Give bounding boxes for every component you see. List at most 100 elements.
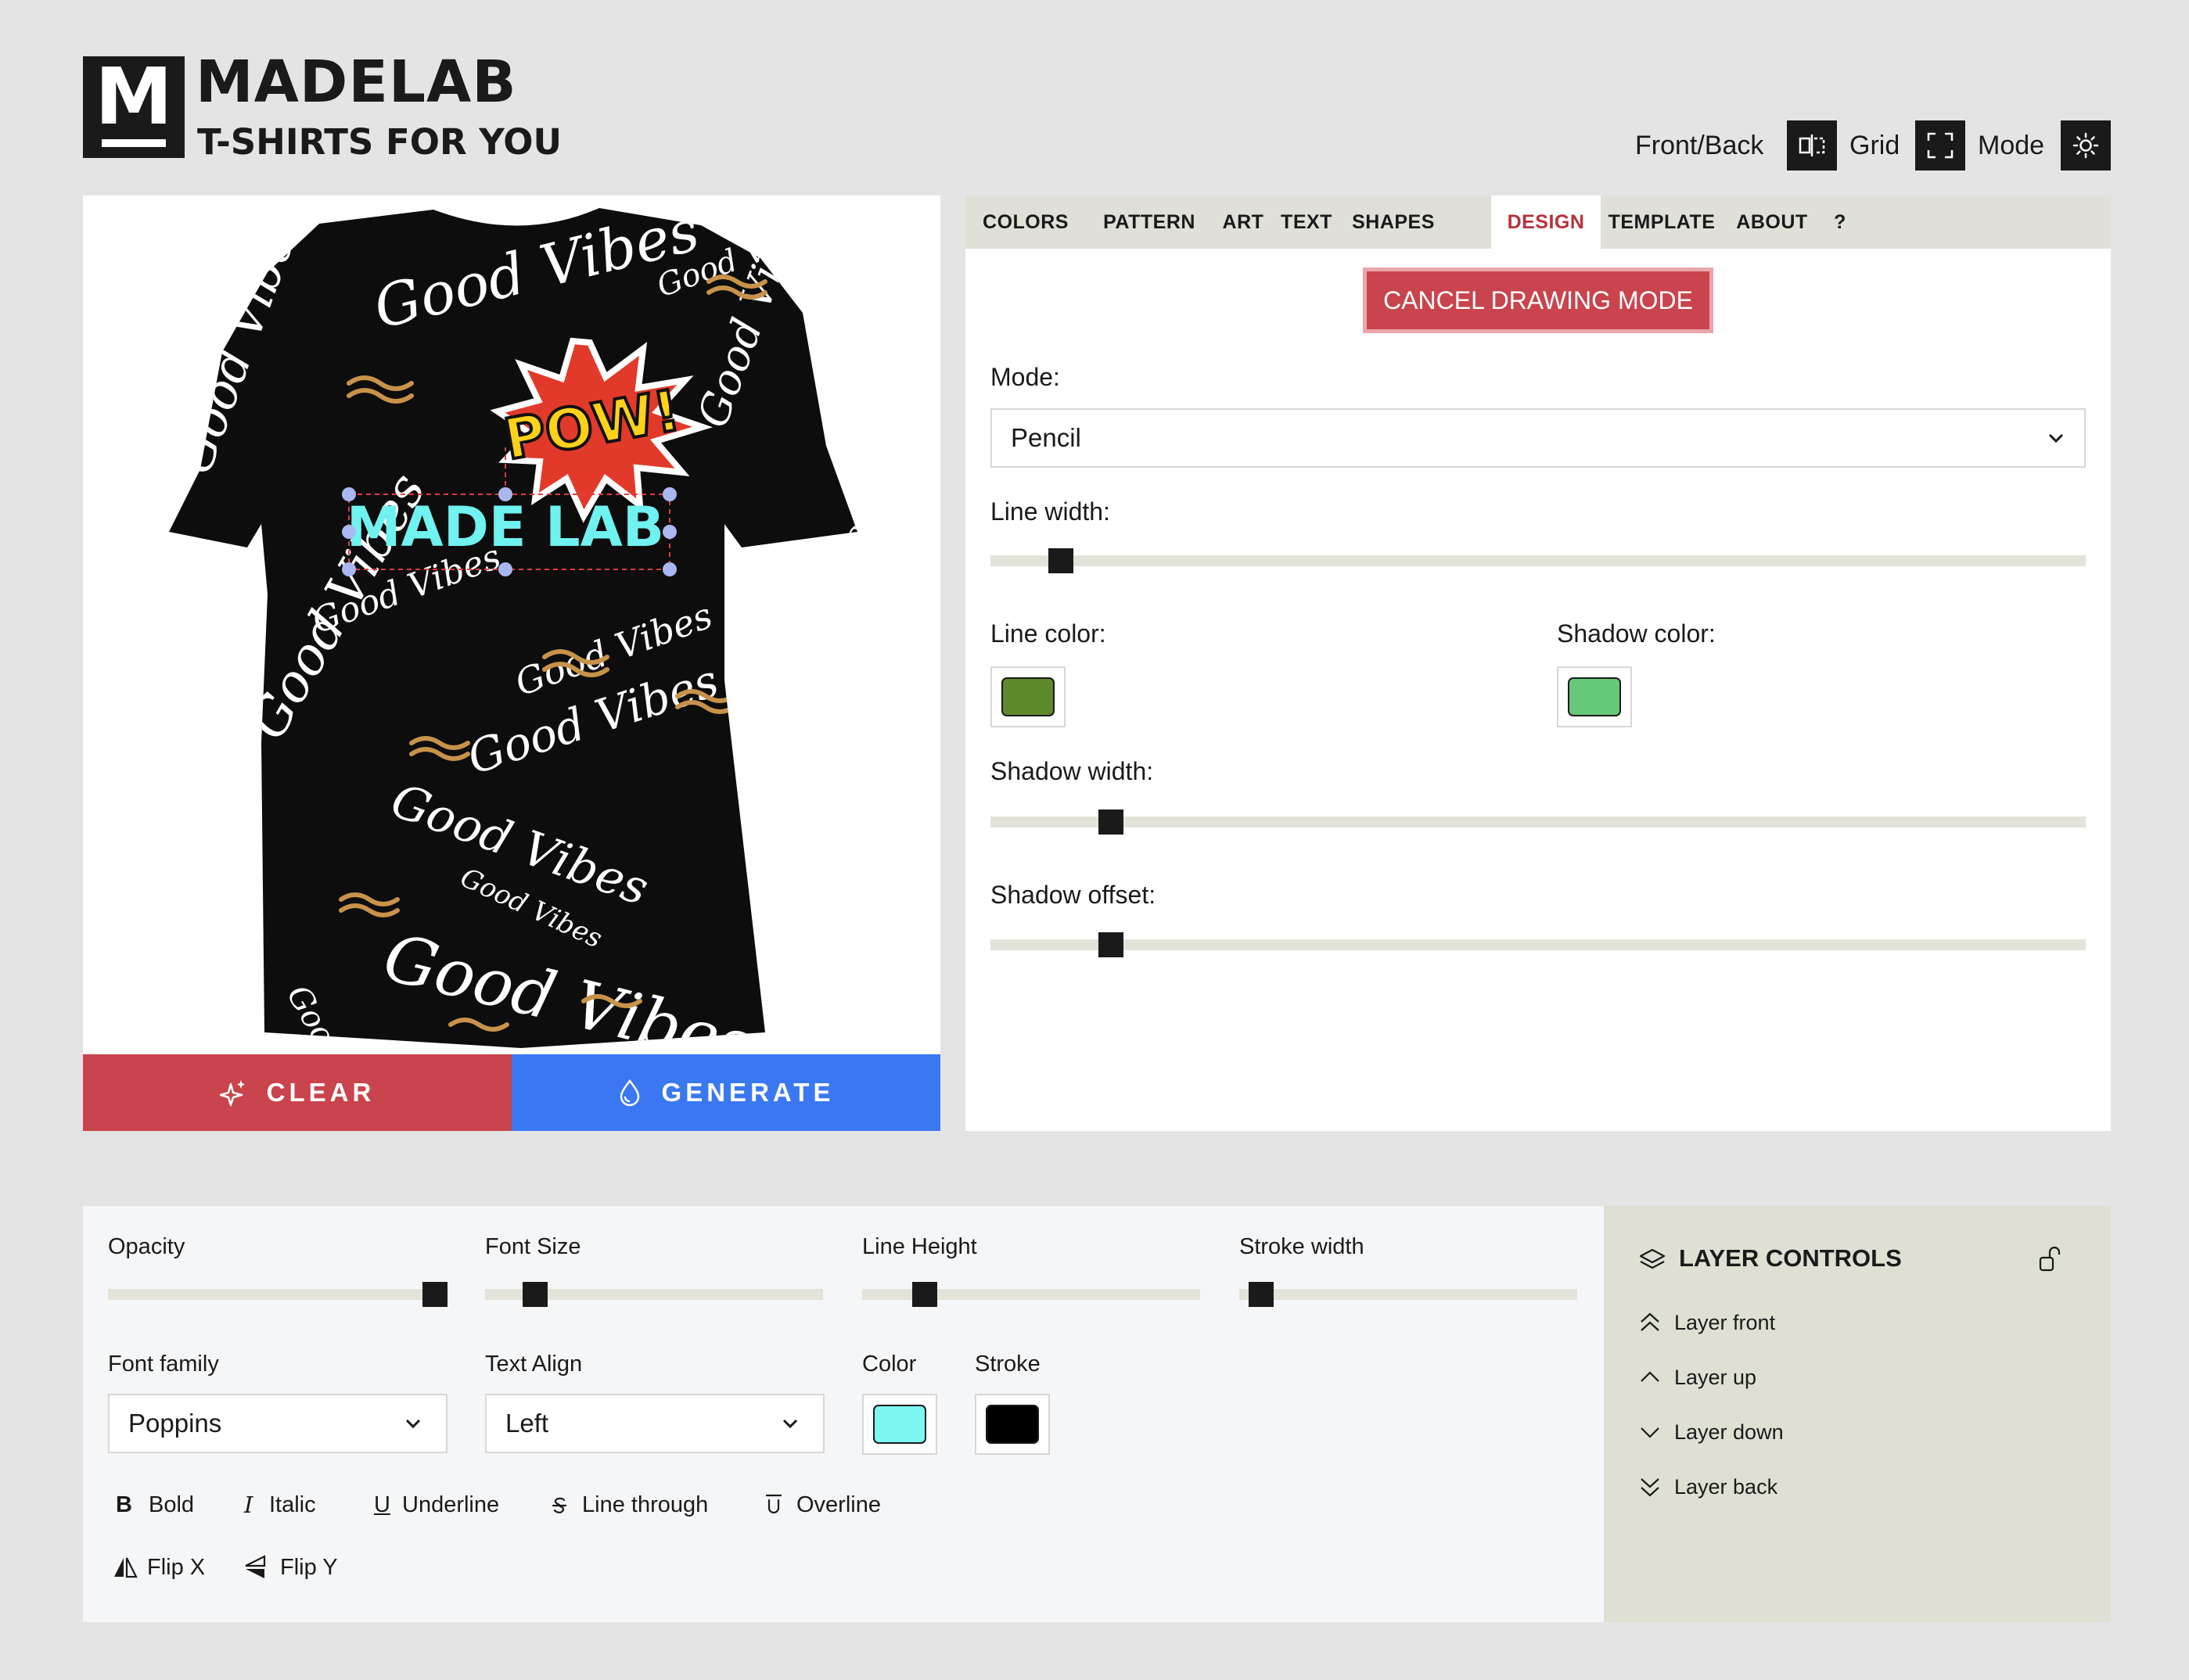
overline-icon xyxy=(765,1494,782,1514)
drop-icon xyxy=(620,1079,639,1107)
front-back-label: Front/Back xyxy=(1635,131,1764,160)
flip-y-button[interactable]: Flip Y xyxy=(239,1552,357,1583)
drawing-mode-select[interactable]: Pencil xyxy=(990,408,2086,468)
font-family-select[interactable]: Poppins xyxy=(108,1394,448,1453)
layer-controls-title: LAYER CONTROLS xyxy=(1679,1244,1902,1272)
layer-back-button[interactable]: Layer back xyxy=(1638,1472,1873,1503)
cancel-drawing-mode-button[interactable]: CANCEL DRAWING MODE xyxy=(1363,267,1713,333)
made-lab-text[interactable]: MADE LAB xyxy=(347,495,664,559)
tab-design[interactable]: DESIGN xyxy=(1491,196,1601,249)
mode-label: Mode xyxy=(1978,131,2045,160)
grid-button[interactable] xyxy=(1915,120,1965,171)
grid-label: Grid xyxy=(1849,131,1900,160)
tab-about[interactable]: ABOUT xyxy=(1723,196,1821,249)
logo-underline xyxy=(102,139,166,147)
mode-field-label: Mode: xyxy=(990,363,1060,391)
shadow-offset-slider-thumb[interactable] xyxy=(1098,932,1123,957)
layer-up-label: Layer up xyxy=(1674,1366,1757,1389)
bold-label: Bold xyxy=(149,1492,195,1517)
underline-button[interactable]: U Underline xyxy=(366,1489,523,1520)
shadow-width-slider-track[interactable] xyxy=(990,817,2086,827)
chevron-down-icon xyxy=(782,1419,798,1429)
layer-down-label: Layer down xyxy=(1674,1420,1784,1444)
sun-icon xyxy=(2072,132,2099,159)
flip-x-button[interactable]: Flip X xyxy=(108,1552,225,1583)
line-width-label: Line width: xyxy=(990,497,1110,526)
shadow-offset-label: Shadow offset: xyxy=(990,881,1156,909)
tshirt-preview[interactable]: Good Vibes Good Vibes Good Vibes Good Vi… xyxy=(83,196,940,1054)
shadow-color-picker[interactable] xyxy=(1557,666,1632,727)
mode-button[interactable] xyxy=(2061,120,2111,171)
tab-shapes[interactable]: SHAPES xyxy=(1339,196,1447,249)
layer-up-button[interactable]: Layer up xyxy=(1638,1362,1873,1394)
layer-down-button[interactable]: Layer down xyxy=(1638,1417,1873,1448)
text-align-label: Text Align xyxy=(485,1352,583,1377)
front-back-icon xyxy=(1799,135,1825,156)
stroke-color-picker[interactable] xyxy=(975,1394,1050,1455)
flip-x-icon xyxy=(114,1557,138,1578)
text-controls-panel: Opacity Font Size Line Height Stroke wid… xyxy=(83,1206,1604,1622)
logo-letter: M xyxy=(95,51,173,142)
line-color-swatch xyxy=(1001,677,1055,716)
underline-icon: U xyxy=(374,1492,390,1517)
tab-colors[interactable]: COLORS xyxy=(965,196,1086,249)
tab-art[interactable]: ART xyxy=(1213,196,1274,249)
italic-label: Italic xyxy=(269,1492,316,1517)
brand-subtitle: T-SHIRTS FOR YOU xyxy=(197,121,563,163)
opacity-slider-thumb[interactable] xyxy=(422,1282,448,1307)
line-color-picker[interactable] xyxy=(990,666,1066,727)
text-color-swatch xyxy=(873,1405,926,1444)
design-panel: COLORS PATTERN ART TEXT SHAPES DESIGN TE… xyxy=(965,196,2111,1131)
stroke-width-label: Stroke width xyxy=(1239,1234,1364,1259)
chevron-down-icon xyxy=(2048,433,2064,443)
generate-button[interactable]: GENERATE xyxy=(512,1054,940,1131)
font-family-value: Poppins xyxy=(128,1409,222,1438)
layers-icon xyxy=(1639,1248,1666,1269)
text-align-value: Left xyxy=(505,1409,549,1438)
svg-text:Good Vibes: Good Vibes xyxy=(732,697,933,876)
text-color-picker[interactable] xyxy=(862,1394,937,1455)
stroke-width-slider-track[interactable] xyxy=(1239,1289,1577,1300)
overline-label: Overline xyxy=(796,1492,881,1517)
bold-button[interactable]: B Bold xyxy=(108,1489,217,1520)
tab-pattern[interactable]: PATTERN xyxy=(1086,196,1213,249)
font-size-label: Font Size xyxy=(485,1234,581,1259)
double-chevron-down-icon xyxy=(1641,1478,1659,1497)
line-height-label: Line Height xyxy=(862,1234,977,1259)
shadow-width-label: Shadow width: xyxy=(990,757,1154,785)
chevron-down-icon xyxy=(1641,1427,1659,1438)
chevron-down-icon xyxy=(405,1419,421,1429)
italic-button[interactable]: I Italic xyxy=(236,1489,354,1520)
stroke-color-label: Stroke xyxy=(975,1352,1041,1377)
tab-text[interactable]: TEXT xyxy=(1274,196,1339,249)
line-height-slider-thumb[interactable] xyxy=(912,1282,937,1307)
opacity-label: Opacity xyxy=(108,1234,185,1259)
layer-back-label: Layer back xyxy=(1674,1475,1778,1499)
layer-front-button[interactable]: Layer front xyxy=(1638,1308,1873,1339)
text-align-select[interactable]: Left xyxy=(485,1394,825,1453)
bold-icon: B xyxy=(116,1492,132,1517)
flip-x-label: Flip X xyxy=(147,1555,206,1580)
stroke-color-swatch xyxy=(986,1405,1039,1444)
line-width-slider-track[interactable] xyxy=(990,555,2086,566)
cancel-drawing-mode-label: CANCEL DRAWING MODE xyxy=(1383,286,1693,314)
shadow-width-slider-thumb[interactable] xyxy=(1098,809,1123,835)
svg-text:Good Vibes: Good Vibes xyxy=(744,518,877,709)
font-size-slider-thumb[interactable] xyxy=(523,1282,548,1307)
shadow-offset-slider-track[interactable] xyxy=(990,939,2086,950)
grid-icon xyxy=(1927,132,1954,159)
clear-button[interactable]: CLEAR xyxy=(83,1054,512,1131)
shadow-color-label: Shadow color: xyxy=(1557,619,1716,648)
opacity-slider-track[interactable] xyxy=(108,1289,446,1300)
line-through-button[interactable]: Line through xyxy=(541,1489,737,1520)
tshirt-canvas[interactable]: Good Vibes Good Vibes Good Vibes Good Vi… xyxy=(83,196,940,1054)
line-width-slider-thumb[interactable] xyxy=(1048,548,1073,573)
tab-help[interactable]: ? xyxy=(1821,196,1859,249)
tab-bar: COLORS PATTERN ART TEXT SHAPES DESIGN TE… xyxy=(965,196,2111,249)
unlock-icon[interactable] xyxy=(2037,1244,2064,1275)
overline-button[interactable]: Overline xyxy=(756,1489,912,1520)
tab-template[interactable]: TEMPLATE xyxy=(1601,196,1723,249)
line-color-label: Line color: xyxy=(990,619,1106,648)
stroke-width-slider-thumb[interactable] xyxy=(1249,1282,1274,1307)
front-back-button[interactable] xyxy=(1787,120,1837,171)
